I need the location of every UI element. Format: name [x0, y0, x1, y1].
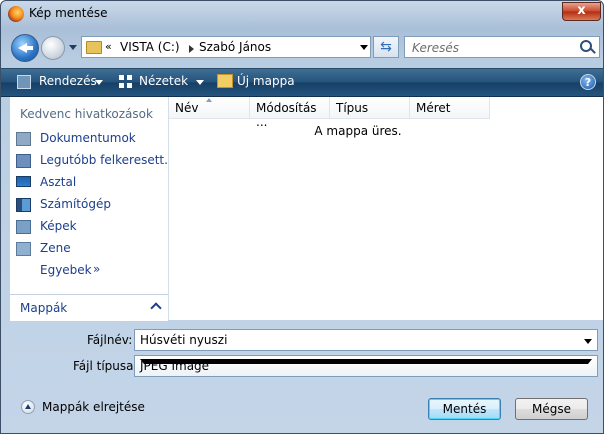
save-button[interactable]: Mentés [428, 398, 501, 420]
sidebar-item-label: Asztal [40, 175, 77, 189]
organize-icon [17, 75, 31, 89]
column-label: Méret [416, 101, 451, 115]
views-button[interactable]: Nézetek [139, 74, 188, 88]
hide-folders-label: Mappák elrejtése [42, 400, 145, 414]
new-folder-button[interactable]: Új mappa [237, 74, 295, 88]
filename-dropdown-icon[interactable] [584, 339, 592, 344]
computer-icon [16, 198, 31, 212]
folder-icon [86, 41, 102, 54]
folders-toggle[interactable]: Mappák [10, 294, 168, 321]
organize-button[interactable]: Rendezés [39, 74, 97, 88]
folders-label: Mappák [20, 301, 68, 315]
title-bar: Kép mentése x [1, 1, 603, 27]
sidebar-item-music[interactable]: Zene [16, 240, 166, 258]
sidebar-item-label: Dokumentumok [40, 131, 136, 145]
sort-ascending-icon [206, 98, 212, 102]
views-dropdown-icon[interactable] [196, 80, 204, 85]
column-label: Típus [336, 101, 369, 115]
sidebar-item-label: Legutóbb felkeresett... [40, 153, 176, 167]
sidebar-item-more[interactable]: Egyebek » [16, 262, 166, 280]
refresh-button[interactable]: ⇆ [373, 36, 399, 58]
new-folder-icon [217, 74, 233, 88]
documents-icon [16, 132, 31, 146]
breadcrumb-user-folder[interactable]: Szabó János [199, 40, 271, 54]
sidebar-item-pictures[interactable]: Képek [16, 218, 166, 236]
file-list[interactable]: Név Módosítás ... Típus Méret A mappa ür… [169, 97, 603, 320]
forward-button[interactable] [41, 36, 65, 60]
column-header-size[interactable]: Méret [410, 97, 490, 119]
column-header-type[interactable]: Típus [330, 97, 410, 119]
chevron-up-circle-icon [21, 400, 35, 414]
sidebar-item-recent-places[interactable]: Legutóbb felkeresett... [16, 152, 176, 170]
close-button[interactable]: x [562, 2, 601, 21]
breadcrumb-overflow[interactable]: « [105, 40, 112, 53]
back-button[interactable] [11, 34, 39, 62]
empty-folder-message: A mappa üres. [314, 124, 402, 138]
sidebar-item-label: Képek [40, 219, 77, 233]
sidebar-item-desktop[interactable]: Asztal [16, 174, 166, 192]
filetype-select[interactable]: JPEG Image [134, 355, 598, 377]
search-box[interactable] [404, 36, 600, 58]
column-label: Név [175, 101, 199, 115]
filename-field[interactable] [134, 329, 598, 351]
sidebar-item-label: Számítógép [40, 197, 111, 211]
pictures-icon [16, 220, 31, 234]
filename-input[interactable] [140, 332, 560, 348]
breadcrumb-separator-icon[interactable] [189, 45, 194, 53]
sidebar-item-computer[interactable]: Számítógép [16, 196, 166, 214]
more-chevron-icon: » [93, 262, 101, 276]
filetype-label: Fájl típusa: [73, 359, 138, 373]
address-dropdown-icon[interactable] [360, 45, 368, 50]
address-bar[interactable]: « VISTA (C:) Szabó János [81, 36, 371, 58]
sidebar-item-documents[interactable]: Dokumentumok [16, 130, 166, 148]
views-icon [119, 75, 132, 88]
back-arrow-icon [25, 46, 33, 50]
help-icon[interactable]: ? [580, 74, 596, 90]
sidebar-item-label: Egyebek [40, 263, 92, 277]
cancel-button[interactable]: Mégse [515, 398, 588, 420]
favorite-links-heading: Kedvenc hivatkozások [20, 107, 153, 121]
sidebar-item-label: Zene [40, 241, 71, 255]
firefox-icon [8, 6, 24, 22]
filetype-dropdown-icon[interactable] [140, 359, 592, 364]
breadcrumb-drive[interactable]: VISTA (C:) [120, 40, 180, 54]
music-icon [16, 242, 31, 256]
filename-label: Fájlnév: [87, 333, 133, 347]
command-toolbar: Rendezés Nézetek Új mappa ? [1, 68, 603, 97]
column-header-name[interactable]: Név [169, 97, 250, 119]
column-header-modified[interactable]: Módosítás ... [250, 97, 330, 129]
recent-pages-dropdown[interactable] [69, 45, 77, 50]
search-icon[interactable] [580, 40, 592, 52]
navigation-pane: Kedvenc hivatkozások Dokumentumok Legutó… [10, 97, 176, 321]
window-title: Kép mentése [29, 6, 108, 20]
save-image-dialog: Kép mentése x « VISTA (C:) Szabó János ⇆… [0, 0, 604, 434]
organize-dropdown-icon[interactable] [95, 80, 103, 85]
desktop-icon [16, 176, 31, 187]
chevron-up-icon [150, 302, 162, 314]
refresh-icon: ⇆ [380, 39, 392, 55]
search-input[interactable] [410, 39, 574, 57]
recent-places-icon [16, 154, 31, 168]
